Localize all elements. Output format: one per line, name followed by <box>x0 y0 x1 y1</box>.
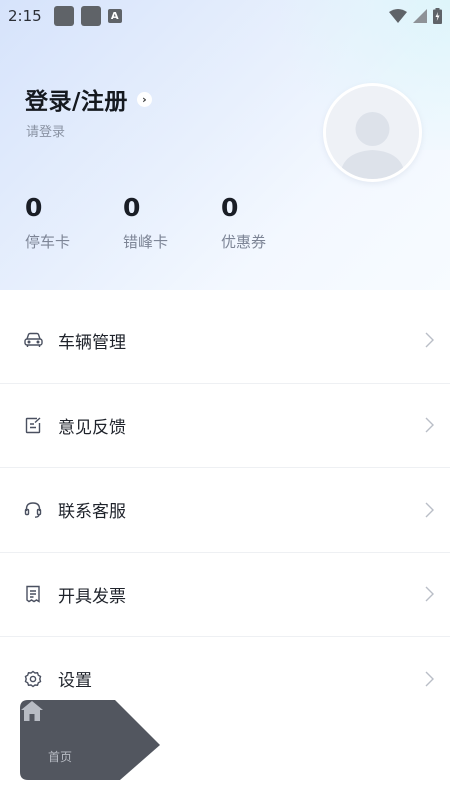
chevron-right-icon <box>425 332 434 348</box>
signal-icon <box>413 9 427 23</box>
menu-item-label: 车辆管理 <box>58 332 126 353</box>
status-bar: 2:15 A <box>0 0 450 32</box>
menu-item-customer-service[interactable]: 联系客服 <box>0 467 450 552</box>
home-icon <box>21 701 43 721</box>
avatar[interactable] <box>323 83 422 182</box>
login-register-link[interactable]: 登录/注册 › <box>25 82 152 116</box>
stat-value: 0 <box>123 193 141 222</box>
chevron-right-icon <box>425 502 434 518</box>
login-title: 登录/注册 <box>25 89 128 115</box>
wifi-icon <box>389 9 407 23</box>
notification-icon <box>53 6 74 26</box>
battery-icon <box>433 8 442 24</box>
chevron-right-icon <box>425 417 434 433</box>
invoice-icon <box>23 584 43 604</box>
notification-a-icon: A <box>107 9 122 23</box>
menu-item-feedback[interactable]: 意见反馈 <box>0 382 450 467</box>
car-icon <box>23 330 43 350</box>
stat-parking-card[interactable]: 0 停车卡 <box>25 192 70 252</box>
chevron-right-icon <box>425 586 434 602</box>
stat-label: 错峰卡 <box>123 233 169 251</box>
stat-label: 优惠券 <box>221 233 267 251</box>
menu-list: 车辆管理 意见反馈 联系客服 开具发票 设置 <box>0 298 450 721</box>
menu-item-invoice[interactable]: 开具发票 <box>0 551 450 636</box>
chevron-right-icon: › <box>136 91 152 107</box>
user-placeholder-icon <box>326 86 419 179</box>
menu-item-label: 联系客服 <box>58 502 126 523</box>
status-time: 2:15 <box>8 7 42 25</box>
login-subtitle: 请登录 <box>26 125 66 140</box>
chevron-right-icon <box>425 671 434 687</box>
menu-item-vehicle-management[interactable]: 车辆管理 <box>0 298 450 383</box>
menu-item-label: 开具发票 <box>58 586 126 607</box>
gear-icon <box>23 669 43 689</box>
stat-coupon[interactable]: 0 优惠券 <box>221 192 266 252</box>
stat-value: 0 <box>25 193 43 222</box>
menu-item-label: 设置 <box>58 671 92 692</box>
stat-label: 停车卡 <box>25 233 71 251</box>
stat-value: 0 <box>221 193 239 222</box>
feedback-icon <box>23 415 43 435</box>
floating-tab-label: 首页 <box>47 750 72 764</box>
notification-icon <box>80 6 101 26</box>
menu-item-label: 意见反馈 <box>58 417 126 438</box>
stat-off-peak-card[interactable]: 0 错峰卡 <box>123 192 168 252</box>
headset-icon <box>23 500 43 520</box>
floating-home-tab[interactable]: 首页 <box>20 700 160 780</box>
